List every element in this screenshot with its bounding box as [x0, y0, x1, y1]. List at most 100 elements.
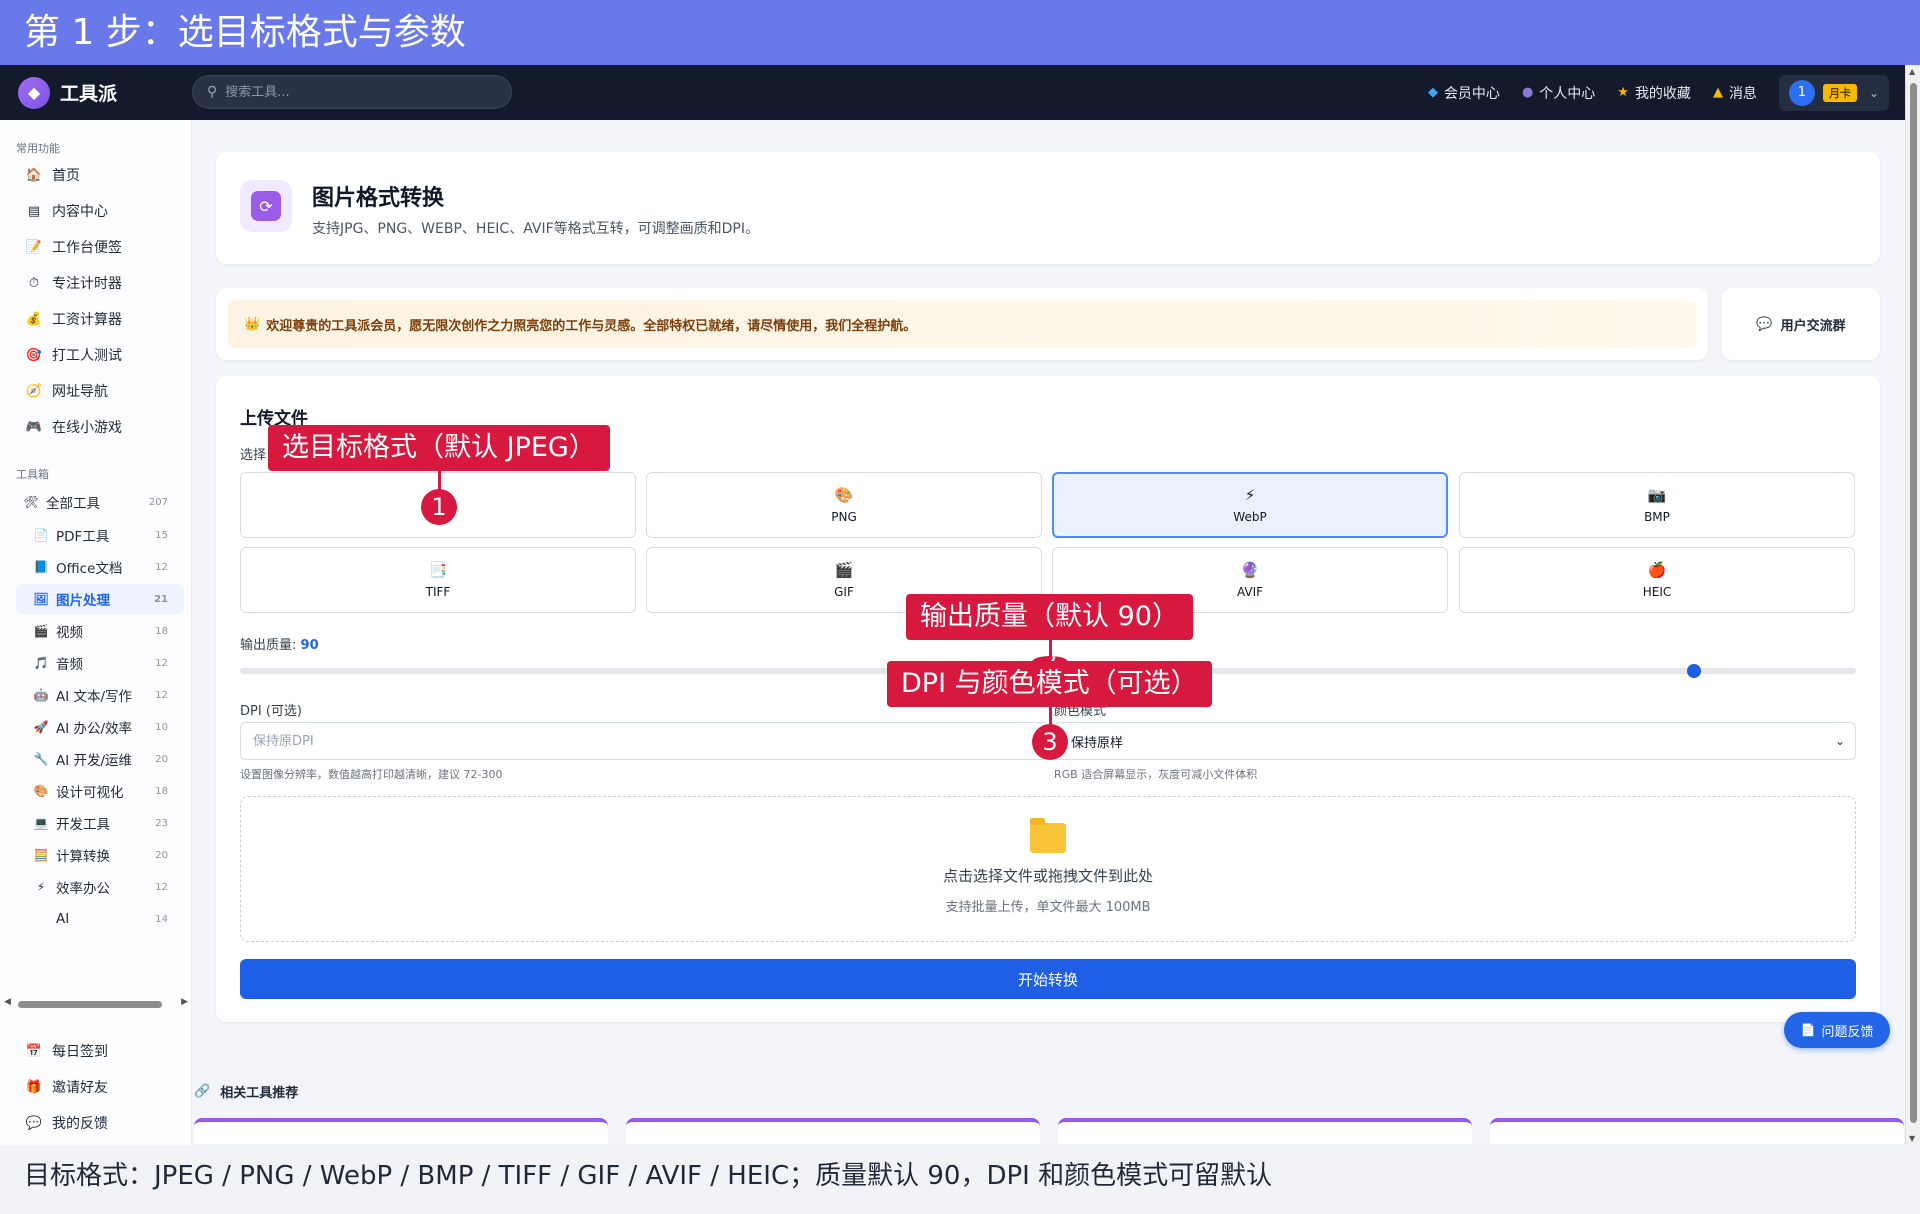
scrollbar-thumb[interactable]	[1910, 83, 1917, 1123]
start-convert-button[interactable]: 开始转换	[240, 959, 1856, 999]
sidebar-item-focus-timer[interactable]: ⏱ 专注计时器	[24, 273, 122, 293]
gift-icon: 🎁	[25, 1079, 43, 1095]
nav-favorites[interactable]: ★ 我的收藏	[1617, 83, 1691, 103]
sidebar-item-url-nav[interactable]: 🧭 网址导航	[24, 381, 108, 401]
nav-messages[interactable]: ▲ 消息	[1713, 83, 1757, 103]
search-input[interactable]	[225, 84, 486, 100]
scroll-down-arrow-icon[interactable]: ▼	[1909, 1134, 1915, 1143]
lightning-icon: ⚡	[36, 880, 46, 894]
user-menu[interactable]: 1 月卡 ⌄	[1778, 74, 1889, 111]
scroll-left-arrow-icon[interactable]: ◀	[4, 997, 11, 1007]
header-actions: ◆ 会员中心 ● 个人中心 ★ 我的收藏 ▲ 消息 1 月卡 ⌄	[1428, 65, 1905, 120]
format-option-heic[interactable]: 🍎 HEIC	[1459, 547, 1855, 613]
format-option-bmp[interactable]: 📷 BMP	[1459, 472, 1855, 538]
music-icon: 🎵	[33, 656, 49, 670]
format-option-tiff[interactable]: 📑 TIFF	[240, 547, 636, 613]
sidebar-item-label: AI 办公/效率	[56, 721, 133, 737]
sidebar-item-my-feedback[interactable]: 💬 我的反馈	[24, 1113, 108, 1133]
sidebar-item-design[interactable]: 🎨 设计可视化 18	[16, 776, 184, 806]
sidebar-item-salary-calculator[interactable]: 💰 工资计算器	[24, 309, 122, 329]
timer-icon: ⏱	[28, 275, 40, 291]
format-option-png[interactable]: 🎨 PNG	[646, 472, 1042, 538]
sidebar-item-pdf[interactable]: 📄 PDF工具 15	[16, 520, 184, 550]
format-option-webp[interactable]: ⚡ WebP	[1052, 472, 1448, 538]
related-tool-card[interactable]	[1490, 1118, 1904, 1144]
sidebar-item-image[interactable]: 🖼 图片处理 21	[16, 584, 184, 614]
sidebar-item-label: 内容中心	[52, 204, 108, 220]
calculator-icon: 🧮	[33, 848, 49, 862]
sidebar-item-ai[interactable]: AI 14	[16, 904, 184, 934]
search-bar[interactable]: ⚲	[192, 75, 512, 109]
sidebar-item-content-center[interactable]: ▤ 内容中心	[24, 201, 108, 221]
quality-slider-thumb[interactable]	[1687, 664, 1702, 678]
home-icon: 🏠	[25, 167, 43, 183]
laptop-icon: 💻	[33, 816, 49, 830]
sidebar-item-label: 视频	[56, 625, 83, 641]
sidebar-item-invite[interactable]: 🎁 邀请好友	[24, 1077, 108, 1097]
related-tool-card[interactable]	[1058, 1118, 1472, 1144]
item-count: 14	[155, 913, 168, 925]
file-dropzone[interactable]: 点击选择文件或拖拽文件到此处 支持批量上传，单文件最大 100MB	[240, 796, 1856, 942]
nav-label: 消息	[1728, 85, 1757, 102]
item-count: 20	[155, 753, 168, 765]
sidebar-item-dev-tools[interactable]: 💻 开发工具 23	[16, 808, 184, 838]
user-group-button[interactable]: 💬 用户交流群	[1722, 288, 1880, 360]
nav-label: 我的收藏	[1634, 85, 1691, 102]
brand-name: 工具派	[60, 83, 118, 105]
sidebar-horizontal-scrollbar[interactable]: ◀ ▶	[4, 997, 188, 1011]
callout-stem	[1049, 707, 1052, 725]
nav-member-center[interactable]: ◆ 会员中心	[1428, 83, 1500, 103]
callout-number: 3	[1032, 724, 1068, 760]
sidebar-item-notes[interactable]: 📝 工作台便签	[24, 237, 122, 257]
sidebar-item-audio[interactable]: 🎵 音频 12	[16, 648, 184, 678]
link-icon: 🔗	[194, 1084, 211, 1099]
sidebar-item-label: 效率办公	[56, 881, 110, 897]
crown-icon: 👑	[244, 316, 261, 332]
sidebar-item-calc-convert[interactable]: 🧮 计算转换 20	[16, 840, 184, 870]
format-label: GIF	[834, 585, 854, 599]
related-tool-card[interactable]	[194, 1118, 608, 1144]
sidebar-item-video[interactable]: 🎬 视频 18	[16, 616, 184, 646]
scrollbar-thumb[interactable]	[18, 1001, 162, 1008]
related-tools-heading: 🔗 相关工具推荐	[194, 1082, 298, 1101]
scroll-up-arrow-icon[interactable]: ▲	[1909, 67, 1915, 76]
sidebar-item-efficiency[interactable]: ⚡ 效率办公 12	[16, 872, 184, 902]
sidebar-item-label: 首页	[52, 168, 80, 184]
crystal-ball-icon: 🔮	[1240, 561, 1260, 579]
nav-profile[interactable]: ● 个人中心	[1522, 83, 1595, 103]
list-icon: ▤	[27, 203, 41, 219]
dpi-input[interactable]	[240, 722, 1048, 760]
sidebar-item-ai-dev[interactable]: 🔧 AI 开发/运维 20	[16, 744, 184, 774]
bell-icon: ▲	[1712, 85, 1723, 100]
sidebar-item-ai-writing[interactable]: 🤖 AI 文本/写作 12	[16, 680, 184, 710]
lightning-icon: ⚡	[1244, 486, 1256, 504]
scroll-right-arrow-icon[interactable]: ▶	[181, 997, 188, 1007]
sidebar-item-all-tools[interactable]: 🛠 全部工具 207	[16, 487, 184, 517]
chevron-down-icon: ⌄	[1834, 734, 1845, 748]
feedback-button[interactable]: 📄 问题反馈	[1784, 1012, 1890, 1048]
related-tool-card[interactable]	[626, 1118, 1040, 1144]
sidebar-item-office[interactable]: 📘 Office文档 12	[16, 552, 184, 582]
tools-icon: 🛠	[23, 495, 39, 509]
user-icon: ●	[1521, 85, 1534, 100]
color-mode-select[interactable]: 保持原样 ⌄	[1054, 722, 1856, 760]
sidebar-item-ai-office[interactable]: 🚀 AI 办公/效率 10	[16, 712, 184, 742]
item-count: 10	[155, 721, 168, 733]
item-count: 15	[155, 529, 168, 541]
sidebar-item-mini-games[interactable]: 🎮 在线小游戏	[24, 417, 122, 437]
sidebar-item-label: AI	[56, 911, 70, 927]
dpi-hint: 设置图像分辨率，数值越高打印越清晰，建议 72-300	[240, 768, 503, 781]
chat-bubble-icon: 💬	[1756, 316, 1773, 332]
tool-header-card: ⟳ 图片格式转换 支持JPG、PNG、WEBP、HEIC、AVIF等格式互转，可…	[216, 152, 1880, 264]
brand-logo[interactable]: ◆ 工具派	[18, 76, 118, 109]
sidebar-item-label: 设计可视化	[56, 785, 124, 801]
sidebar-item-label: 在线小游戏	[52, 420, 122, 436]
nav-label: 个人中心	[1539, 85, 1596, 102]
item-count: 23	[155, 817, 168, 829]
chevron-down-icon: ⌄	[1868, 85, 1879, 100]
sidebar-item-worker-test[interactable]: 🎯 打工人测试	[24, 345, 122, 365]
page-scrollbar[interactable]: ▲ ▼	[1905, 65, 1920, 1145]
sidebar-item-home[interactable]: 🏠 首页	[24, 165, 80, 185]
sidebar-item-daily-checkin[interactable]: 📅 每日签到	[24, 1041, 108, 1061]
palette-icon: 🎨	[33, 784, 49, 798]
